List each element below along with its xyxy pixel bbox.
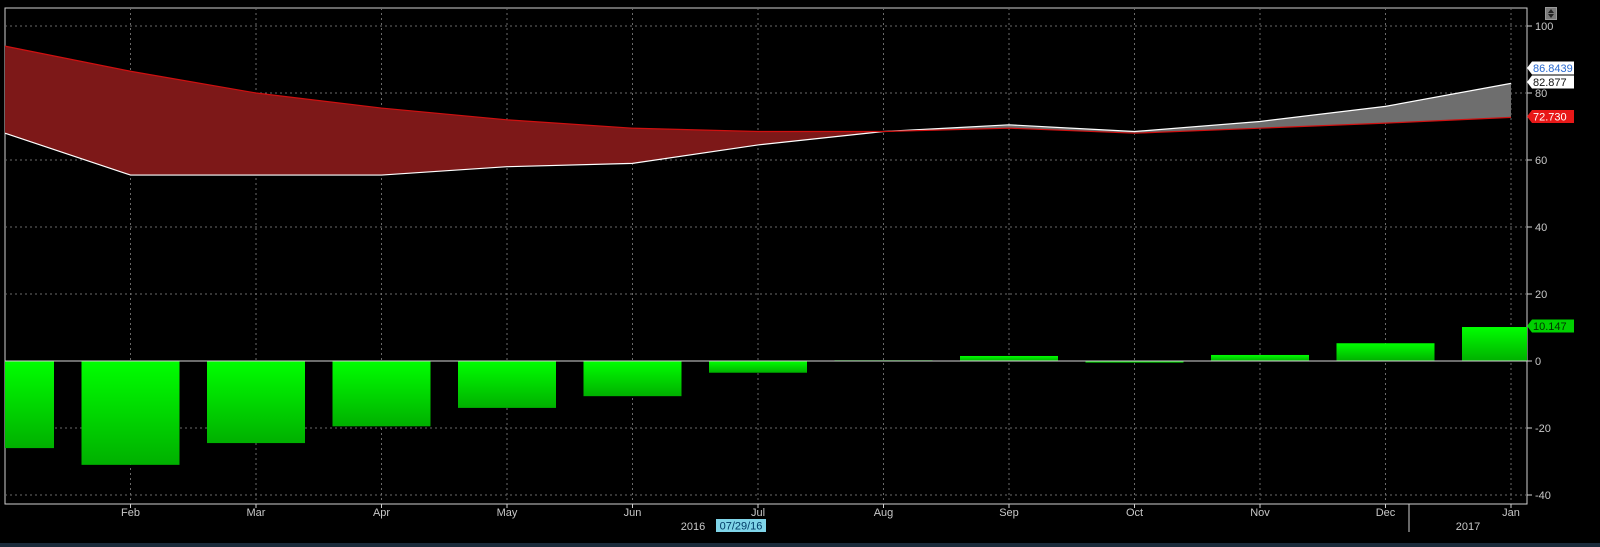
last-value-tag-text: 10.147 xyxy=(1533,321,1567,333)
y-tick-label: 60 xyxy=(1535,155,1547,167)
x-tick-label: Nov xyxy=(1250,507,1270,519)
last-value-tag: 10.147 xyxy=(1527,319,1574,333)
bar xyxy=(5,361,54,449)
spread-area xyxy=(130,71,256,176)
scroll-up-icon[interactable] xyxy=(1548,9,1554,13)
y-tick-label: 80 xyxy=(1535,88,1547,100)
x-tick-label: Mar xyxy=(247,507,266,519)
x-tick-label: Apr xyxy=(373,507,390,519)
bar-layer xyxy=(5,327,1527,465)
spread-area xyxy=(5,46,131,176)
chart-panel: 100 80 60 40 20 0 -20 -40 Feb Mar Apr May Jun Jul Aug S… xyxy=(0,0,1600,547)
x-tick-label: Jun xyxy=(624,507,642,519)
year-label: 2017 xyxy=(1456,521,1480,533)
y-tick-label: 40 xyxy=(1535,222,1547,234)
date-marker: 07/29/16 xyxy=(716,519,766,533)
bar xyxy=(1462,327,1527,361)
area-layer xyxy=(4,45,1512,176)
last-value-tag-text: 82.877 xyxy=(1533,77,1567,89)
y-tick-label: 0 xyxy=(1535,356,1541,368)
y-tick-label: 20 xyxy=(1535,289,1547,301)
scroll-control[interactable] xyxy=(1545,7,1557,20)
date-marker-text: 07/29/16 xyxy=(720,521,763,533)
y-tick-label: -20 xyxy=(1535,423,1551,435)
x-tick-label: Oct xyxy=(1126,507,1143,519)
spread-area xyxy=(1260,106,1386,129)
axis-layer: 100 80 60 40 20 0 -20 -40 Feb Mar Apr May Jun Jul Aug S… xyxy=(121,21,1553,533)
y-tick-label: -40 xyxy=(1535,490,1551,502)
bar xyxy=(332,361,431,427)
bar xyxy=(1211,354,1309,361)
x-tick-label: Dec xyxy=(1376,507,1396,519)
bar xyxy=(583,361,682,397)
x-tick-label: Sep xyxy=(999,507,1019,519)
bar xyxy=(709,361,807,373)
bar xyxy=(1336,343,1435,361)
bar xyxy=(458,361,556,408)
y-tick-label: 100 xyxy=(1535,21,1553,33)
last-value-tag-text: 72.730 xyxy=(1533,112,1567,124)
bar xyxy=(207,361,305,444)
x-tick-label: Aug xyxy=(874,507,894,519)
last-value-tag: 72.730 xyxy=(1527,110,1574,124)
last-value-tag-text: 86.8439 xyxy=(1533,63,1573,75)
last-value-tag: 86.8439 xyxy=(1527,61,1574,75)
x-tick-label: Jul xyxy=(751,507,765,519)
scroll-down-icon[interactable] xyxy=(1548,14,1554,18)
x-tick-label: Jan xyxy=(1502,507,1520,519)
bottom-bar xyxy=(0,543,1600,547)
bar xyxy=(81,361,180,465)
bar xyxy=(960,355,1058,361)
spread-area xyxy=(632,128,758,164)
year-label: 2016 xyxy=(681,521,705,533)
x-tick-label: Feb xyxy=(121,507,140,519)
x-tick-label: May xyxy=(497,507,518,519)
chart-canvas: 100 80 60 40 20 0 -20 -40 Feb Mar Apr May Jun Jul Aug S… xyxy=(4,7,1574,533)
last-value-tag: 82.877 xyxy=(1527,75,1574,89)
